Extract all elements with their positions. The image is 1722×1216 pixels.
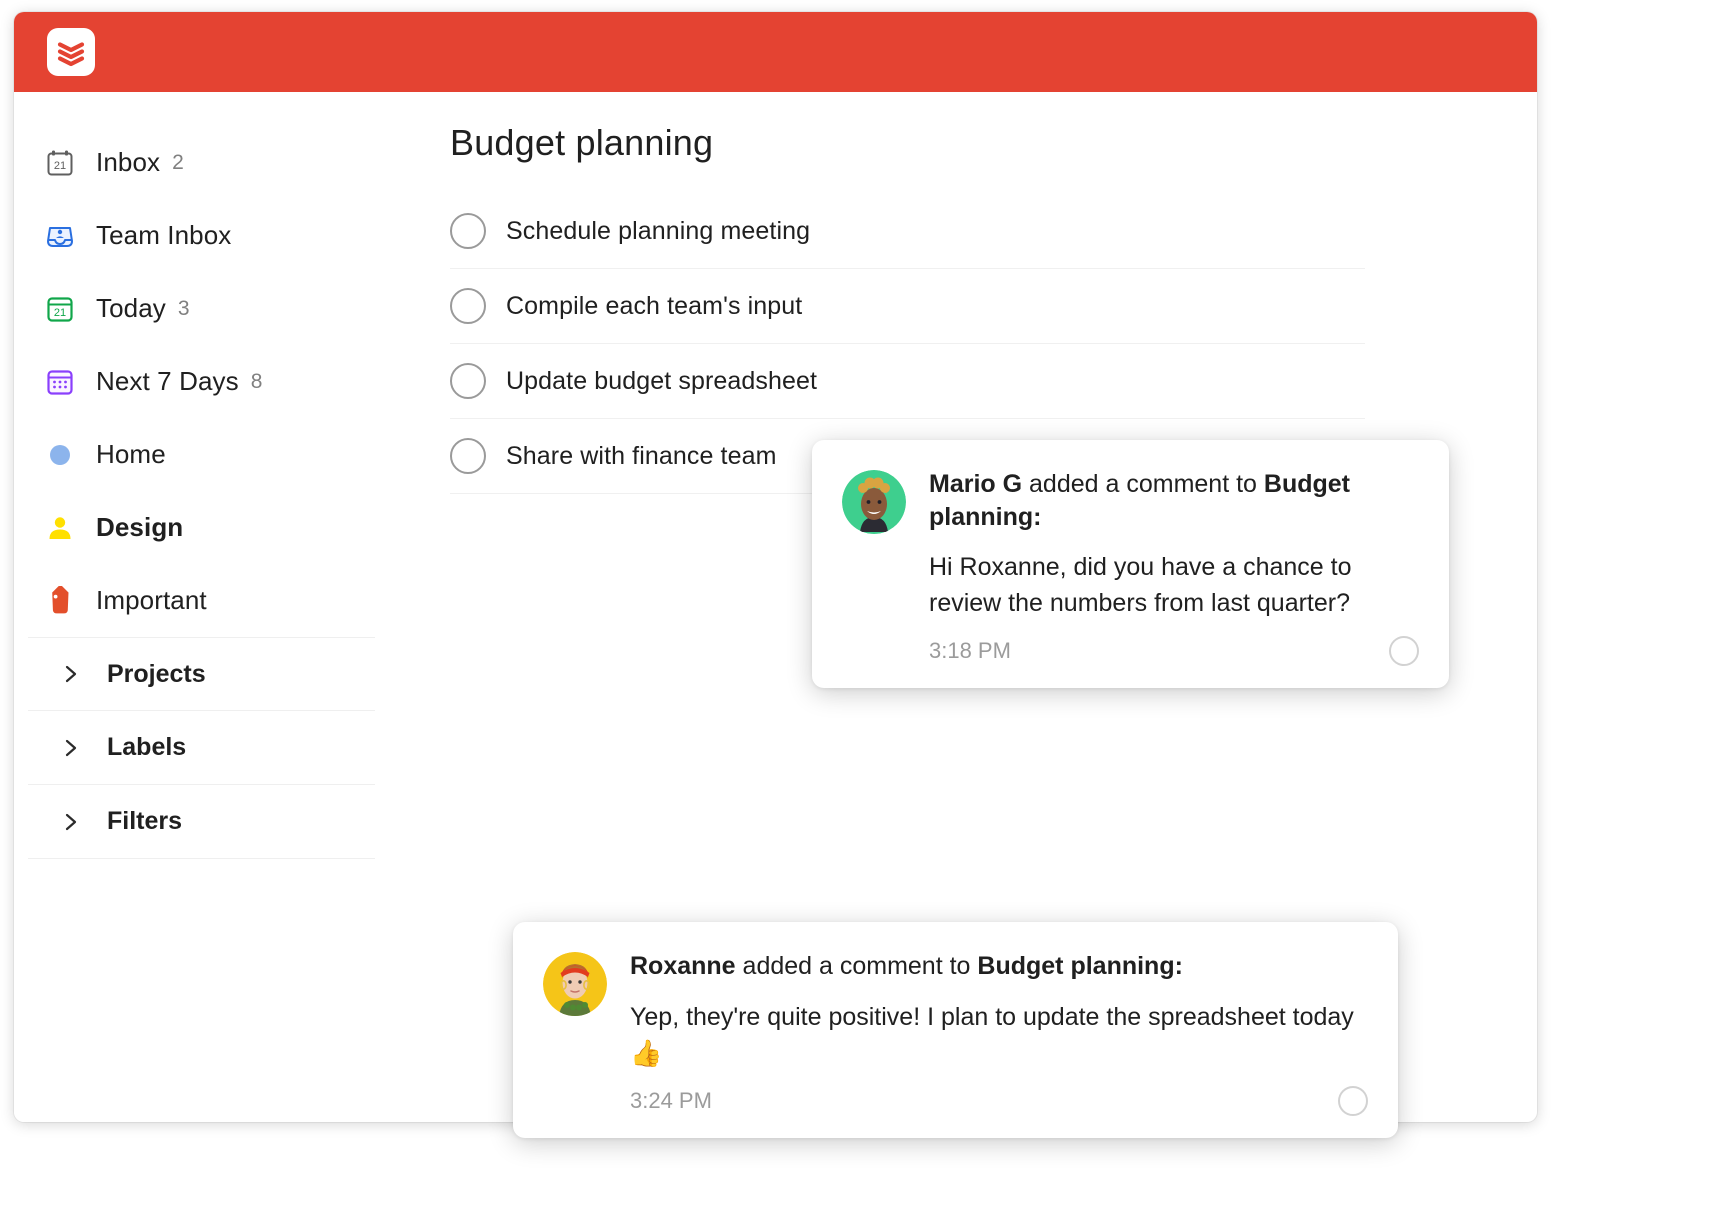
sidebar-item-important[interactable]: Important bbox=[14, 564, 404, 637]
notification-footer: 3:24 PM bbox=[630, 1086, 1368, 1117]
svg-text:21: 21 bbox=[54, 160, 66, 172]
notification-timestamp: 3:18 PM bbox=[929, 637, 1011, 663]
task-checkbox[interactable] bbox=[450, 363, 486, 399]
sidebar-item-inbox[interactable]: 21 Inbox 2 bbox=[14, 126, 404, 199]
notification-message: Hi Roxanne, did you have a chance to rev… bbox=[929, 553, 1352, 618]
app-titlebar bbox=[14, 12, 1537, 92]
todoist-logo-icon[interactable] bbox=[47, 28, 95, 76]
notification-target: Budget planning: bbox=[977, 952, 1183, 980]
notification-message-text: Yep, they're quite positive! I plan to u… bbox=[630, 1002, 1354, 1031]
tag-red-icon bbox=[43, 585, 77, 616]
chevron-right-icon bbox=[57, 812, 85, 832]
notification-card-roxanne[interactable]: Roxanne added a comment to Budget planni… bbox=[513, 922, 1398, 1139]
notification-action: added a comment to bbox=[735, 952, 978, 980]
notification-author: Roxanne bbox=[630, 952, 736, 980]
sidebar-item-label: Team Inbox bbox=[96, 220, 232, 250]
sidebar-item-count: 8 bbox=[250, 369, 263, 393]
sidebar-item-label: Next 7 Days bbox=[96, 366, 239, 396]
team-inbox-icon bbox=[43, 221, 77, 251]
chevron-right-icon bbox=[57, 664, 85, 684]
screenshot-root: 21 Inbox 2 Team Inbox 21 Today 3 Next 7 … bbox=[0, 0, 1722, 1216]
page-title: Budget planning bbox=[450, 122, 714, 163]
sidebar-section-label: Labels bbox=[107, 733, 187, 761]
thumbs-up-emoji-icon: 👍 bbox=[630, 1037, 663, 1068]
sidebar-item-today[interactable]: 21 Today 3 bbox=[14, 272, 404, 345]
calendar-gray-icon: 21 bbox=[43, 148, 77, 178]
sidebar-item-design[interactable]: Design bbox=[14, 491, 404, 564]
notification-card-mario[interactable]: Mario G added a comment to Budget planni… bbox=[812, 440, 1449, 688]
sidebar: 21 Inbox 2 Team Inbox 21 Today 3 Next 7 … bbox=[14, 92, 404, 1122]
notification-message: Yep, they're quite positive! I plan to u… bbox=[630, 999, 1368, 1073]
person-yellow-icon bbox=[43, 513, 77, 543]
notification-content: Roxanne added a comment to Budget planni… bbox=[630, 950, 1368, 1117]
notification-content: Mario G added a comment to Budget planni… bbox=[929, 468, 1419, 666]
notification-headline: Mario G added a comment to Budget planni… bbox=[929, 468, 1419, 533]
sidebar-item-label: Today bbox=[96, 293, 166, 323]
sidebar-item-label: Important bbox=[96, 585, 207, 615]
roxanne-avatar bbox=[543, 952, 607, 1016]
sidebar-section-projects[interactable]: Projects bbox=[28, 637, 375, 711]
task-row[interactable]: Update budget spreadsheet bbox=[450, 344, 1365, 419]
blue-dot-icon bbox=[43, 442, 77, 468]
task-row[interactable]: Compile each team's input bbox=[450, 269, 1365, 344]
task-checkbox[interactable] bbox=[450, 438, 486, 474]
sidebar-item-label: Inbox bbox=[96, 147, 161, 177]
notification-author: Mario G bbox=[929, 470, 1023, 498]
notification-mark-read-button[interactable] bbox=[1389, 635, 1419, 666]
task-checkbox[interactable] bbox=[450, 288, 486, 324]
sidebar-section-labels[interactable]: Labels bbox=[28, 711, 375, 785]
sidebar-section-label: Filters bbox=[107, 807, 183, 835]
sidebar-item-count: 2 bbox=[172, 150, 184, 174]
notification-timestamp: 3:24 PM bbox=[630, 1088, 712, 1114]
notification-mark-read-button[interactable] bbox=[1338, 1086, 1368, 1117]
notification-action: added a comment to bbox=[1022, 470, 1264, 498]
task-row[interactable]: Schedule planning meeting bbox=[450, 194, 1365, 269]
sidebar-item-label: Design bbox=[96, 512, 184, 542]
sidebar-item-next-7-days[interactable]: Next 7 Days 8 bbox=[14, 345, 404, 418]
mario-avatar bbox=[842, 470, 906, 534]
sidebar-item-team-inbox[interactable]: Team Inbox bbox=[14, 199, 404, 272]
notification-footer: 3:18 PM bbox=[929, 635, 1419, 666]
task-label: Compile each team's input bbox=[506, 291, 803, 320]
sidebar-item-home[interactable]: Home bbox=[14, 418, 404, 491]
task-checkbox[interactable] bbox=[450, 213, 486, 249]
notification-headline: Roxanne added a comment to Budget planni… bbox=[630, 950, 1368, 983]
sidebar-section-label: Projects bbox=[107, 659, 206, 688]
calendar-green-icon: 21 bbox=[43, 294, 77, 324]
chevron-right-icon bbox=[57, 738, 85, 758]
sidebar-item-label: Home bbox=[96, 439, 166, 469]
sidebar-section-filters[interactable]: Filters bbox=[28, 785, 375, 859]
svg-text:21: 21 bbox=[54, 307, 66, 319]
task-label: Update budget spreadsheet bbox=[506, 366, 818, 395]
task-label: Share with finance team bbox=[506, 441, 777, 470]
task-label: Schedule planning meeting bbox=[506, 216, 811, 245]
sidebar-item-count: 3 bbox=[177, 296, 190, 320]
calendar-purple-icon bbox=[43, 367, 77, 397]
